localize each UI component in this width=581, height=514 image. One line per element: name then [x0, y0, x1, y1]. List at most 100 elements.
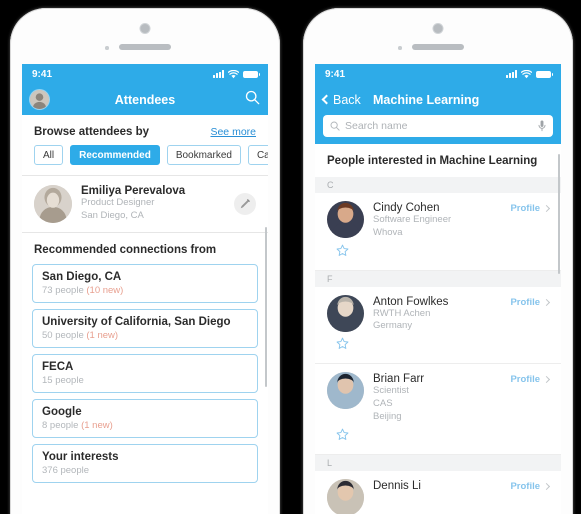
battery-icon	[243, 70, 260, 78]
see-more-link[interactable]: See more	[210, 126, 256, 138]
card-meta: 73 people (10 new)	[42, 285, 248, 296]
section-title: Recommended connections from	[34, 244, 217, 256]
edit-profile-button[interactable]	[234, 193, 256, 215]
card-title: FECA	[42, 361, 74, 373]
card-title: Your interests	[42, 451, 119, 463]
star-outline-icon[interactable]	[336, 337, 349, 350]
person-row[interactable]: Brian Farr Scientist CAS Beijing Profile	[315, 364, 561, 427]
chevron-right-icon	[542, 298, 551, 306]
people-list: C Cindy Cohen Software Engineer Whova Profil…	[315, 177, 561, 514]
connection-card[interactable]: FECA 15 people	[32, 354, 258, 393]
card-people-count: 376 people	[42, 465, 90, 476]
proximity-sensor-icon	[105, 46, 109, 50]
page-title: Machine Learning	[373, 92, 480, 107]
search-input[interactable]: Search name	[345, 120, 533, 132]
card-title: Google	[42, 406, 82, 418]
person-line1: Scientist	[373, 385, 409, 397]
right-status-bar: 9:41	[315, 64, 561, 84]
profile-link[interactable]: Profile	[510, 479, 551, 514]
front-camera-icon	[140, 24, 150, 33]
profile-link[interactable]: Profile	[510, 372, 551, 423]
chevron-right-icon	[542, 376, 551, 384]
filter-chip-row: All Recommended Bookmarked Categ	[22, 145, 268, 175]
filter-chip-categ[interactable]: Categ	[247, 145, 268, 165]
right-scrollbar[interactable]	[557, 154, 560, 274]
card-people-count: 15 people	[42, 375, 84, 386]
card-meta: 50 people (1 new)	[42, 330, 248, 341]
star-outline-icon[interactable]	[336, 244, 349, 257]
star-outline-icon[interactable]	[336, 428, 349, 441]
my-profile-row[interactable]: Emiliya Perevalova Product Designer San …	[22, 176, 268, 232]
signal-bars-icon	[506, 70, 517, 78]
filter-chip-all[interactable]: All	[34, 145, 64, 165]
user-avatar-icon	[327, 294, 364, 332]
card-meta: 376 people	[42, 465, 248, 476]
phone-bezel-top	[303, 8, 573, 64]
user-avatar-icon	[327, 372, 364, 410]
person-text: Cindy Cohen Software Engineer Whova	[373, 201, 501, 240]
status-time: 9:41	[325, 68, 346, 80]
person-row[interactable]: Dennis Li Profile	[315, 471, 561, 514]
chevron-left-icon	[321, 94, 332, 105]
connection-card[interactable]: University of California, San Diego 50 pe…	[32, 309, 258, 348]
person-name: Cindy Cohen	[373, 202, 440, 214]
connection-card-list: San Diego, CA 73 people (10 new) Universit…	[22, 264, 268, 483]
phone-right: 9:41 Back Machine Learning Search name P…	[303, 8, 573, 514]
pencil-icon	[240, 199, 250, 209]
profile-link-label: Profile	[510, 296, 540, 308]
profile-role: Product Designer	[81, 197, 155, 209]
connection-card[interactable]: Your interests 376 people	[32, 444, 258, 483]
right-nav-bar: Back Machine Learning	[315, 84, 561, 115]
wifi-icon	[521, 69, 532, 78]
person-row[interactable]: Anton Fowlkes RWTH Achen Germany Profile	[315, 287, 561, 338]
front-camera-icon	[433, 24, 443, 33]
microphone-icon[interactable]	[538, 120, 546, 132]
proximity-sensor-icon	[398, 46, 402, 50]
card-people-count: 8 people	[42, 420, 79, 431]
person-line2: Germany	[373, 320, 413, 332]
profile-link[interactable]: Profile	[510, 295, 551, 334]
profile-location: San Diego, CA	[81, 210, 144, 221]
earpiece-speaker-icon	[412, 44, 464, 50]
earpiece-speaker-icon	[119, 44, 171, 50]
bookmark-row	[315, 428, 561, 454]
card-meta: 15 people	[42, 375, 248, 386]
back-button[interactable]: Back	[321, 93, 361, 107]
person-name: Dennis Li	[373, 479, 421, 492]
connection-card[interactable]: San Diego, CA 73 people (10 new)	[32, 264, 258, 303]
phone-left: 9:41 Attendees Browse attendees by See m…	[10, 8, 280, 514]
left-status-bar: 9:41	[22, 64, 268, 84]
alpha-section-header: L	[315, 454, 561, 471]
card-people-count: 50 people	[42, 330, 84, 341]
card-people-count: 73 people	[42, 285, 84, 296]
chevron-right-icon	[542, 204, 551, 213]
filter-chip-bookmarked[interactable]: Bookmarked	[166, 145, 241, 165]
user-avatar-icon[interactable]	[30, 90, 49, 109]
left-scrollbar[interactable]	[264, 211, 267, 514]
profile-link[interactable]: Profile	[510, 201, 551, 240]
person-line1: RWTH Achen	[373, 307, 431, 319]
search-icon[interactable]	[245, 90, 260, 110]
connection-card[interactable]: Google 8 people (1 new)	[32, 399, 258, 438]
right-content: People interested in Machine Learning CC…	[315, 144, 561, 514]
person-line2: Whova	[373, 226, 403, 238]
screenshot-stage: 9:41 Attendees Browse attendees by See m…	[0, 0, 581, 514]
person-row[interactable]: Cindy Cohen Software Engineer Whova Profile	[315, 193, 561, 244]
status-icons	[506, 69, 553, 79]
filter-chip-recommended[interactable]: Recommended	[70, 145, 160, 165]
bookmark-row	[315, 244, 561, 270]
person-text: Brian Farr Scientist CAS Beijing	[373, 372, 501, 423]
person-name: Brian Farr	[373, 373, 425, 386]
status-icons	[213, 69, 260, 79]
profile-name: Emiliya Perevalova	[81, 185, 186, 198]
card-new-badge: (10 new)	[86, 285, 124, 296]
battery-icon	[536, 70, 553, 78]
scrollbar-thumb[interactable]	[264, 227, 267, 387]
card-new-badge: (1 new)	[81, 420, 113, 431]
alpha-section-header: F	[315, 270, 561, 287]
person-text: Anton Fowlkes RWTH Achen Germany	[373, 295, 501, 334]
search-bar[interactable]: Search name	[323, 115, 553, 137]
person-text: Dennis Li	[373, 479, 501, 514]
list-title: People interested in Machine Learning	[327, 155, 538, 167]
profile-link-label: Profile	[510, 203, 540, 214]
